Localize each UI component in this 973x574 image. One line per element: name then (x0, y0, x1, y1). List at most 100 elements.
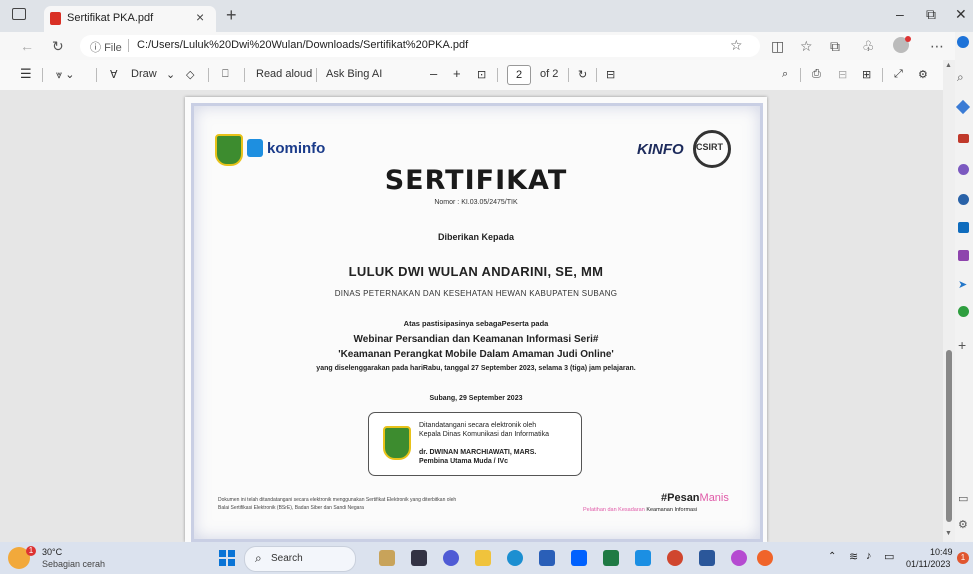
url-text: C:/Users/Luluk%20Dwi%20Wulan/Downloads/S… (137, 39, 469, 51)
chevron-down-icon[interactable]: ⌄ (166, 68, 175, 81)
signer-name: dr. DWINAN MARCHIAWATI, MARS. (419, 449, 537, 456)
search-icon[interactable]: ⌕ (782, 68, 788, 81)
briefcase-icon[interactable] (958, 134, 969, 143)
rotate-icon[interactable]: ↻ (578, 68, 587, 81)
zoom-in-button[interactable]: + (453, 66, 461, 81)
windows-taskbar: 1 30°C Sebagian cerah ⌕ Search ⌃ ≋ ♪ ▭ 1… (0, 542, 973, 574)
chat-icon[interactable] (443, 550, 459, 566)
notification-badge[interactable]: 1 (957, 552, 969, 564)
highlight-icon[interactable]: ⩔ ⌄ (56, 68, 74, 82)
settings-gear-icon[interactable]: ⚙ (918, 68, 928, 81)
clock-date[interactable]: 01/11/2023 (906, 559, 950, 569)
wifi-icon[interactable]: ≋ (849, 550, 858, 563)
favorite-star-icon[interactable]: ☆ (730, 37, 743, 54)
eraser-icon[interactable]: ◇ (186, 68, 194, 81)
kominfo-logo: kominfo (267, 140, 326, 157)
file-explorer-icon[interactable] (475, 550, 491, 566)
weather-desc: Sebagian cerah (42, 559, 106, 569)
outlook-icon[interactable] (958, 222, 969, 233)
clock-time[interactable]: 10:49 (930, 547, 953, 557)
pdf-icon (50, 12, 61, 25)
send-icon[interactable]: ➤ (958, 278, 967, 291)
word-icon[interactable] (699, 550, 715, 566)
task-view-icon[interactable] (411, 550, 427, 566)
split-screen-icon[interactable]: ◫ (771, 38, 784, 55)
fit-page-icon[interactable]: ⊡ (477, 68, 486, 81)
signer-rank: Pembina Utama Muda / IVc (419, 458, 509, 465)
text-icon[interactable]: ⎕ (222, 68, 229, 81)
app-icon[interactable] (731, 550, 747, 566)
restore-button[interactable]: ⧉ (926, 6, 936, 23)
page-total: of 2 (540, 68, 559, 80)
webinar-title: Webinar Persandian dan Keamanan Informas… (353, 334, 599, 345)
search-icon: ⌕ (255, 551, 262, 565)
battery-icon[interactable]: ▭ (884, 550, 894, 563)
excel-icon[interactable] (603, 550, 619, 566)
read-aloud-button[interactable]: Read aloud (256, 68, 312, 80)
scroll-up-icon[interactable]: ▲ (945, 62, 952, 69)
print-icon[interactable]: ⎙ (812, 68, 821, 81)
info-icon[interactable]: ⓘ File (90, 39, 122, 55)
new-tab-button[interactable]: + (226, 5, 237, 26)
powerpoint-icon[interactable] (667, 550, 683, 566)
more-menu-icon[interactable]: ⋯ (930, 38, 944, 55)
save-icon[interactable]: ⊟ (838, 68, 847, 81)
zoom-out-button[interactable]: – (430, 66, 437, 81)
volume-icon[interactable]: ♪ (866, 550, 872, 562)
divider (42, 68, 43, 82)
divider (497, 68, 498, 82)
scroll-down-icon[interactable]: ▼ (945, 530, 952, 537)
app-icon[interactable] (379, 550, 395, 566)
add-icon[interactable]: + (958, 337, 966, 353)
tab-title: Sertifikat PKA.pdf (67, 12, 154, 24)
scroll-thumb[interactable] (946, 350, 952, 522)
sidebar-panel-icon[interactable]: ▭ (958, 492, 968, 505)
close-window-button[interactable]: ✕ (955, 6, 967, 23)
page-view-icon[interactable]: ⊟ (606, 68, 615, 81)
start-button[interactable] (219, 550, 235, 566)
taskbar-search[interactable]: ⌕ Search (244, 546, 356, 572)
expand-icon[interactable]: ⤢ (894, 68, 903, 81)
tag-icon[interactable] (955, 99, 971, 115)
dropbox-icon[interactable] (571, 550, 587, 566)
draw-button[interactable]: Draw (131, 68, 157, 80)
copilot-icon[interactable] (957, 36, 969, 48)
app-icon[interactable] (635, 550, 651, 566)
games-icon[interactable] (958, 194, 969, 205)
refresh-icon[interactable]: ↻ (52, 38, 64, 55)
start-tile (228, 550, 235, 557)
tree-icon[interactable] (958, 306, 969, 317)
back-icon[interactable]: ← (20, 38, 34, 54)
favorites-icon[interactable]: ☆ (800, 38, 813, 55)
divider (316, 68, 317, 82)
minimize-button[interactable]: – (896, 6, 904, 22)
save-as-icon[interactable]: ⊞ (862, 68, 871, 81)
profile-badge (905, 36, 911, 42)
address-bar[interactable]: ⓘ File C:/Users/Luluk%20Dwi%20Wulan/Down… (80, 35, 760, 57)
sidebar-settings-icon[interactable]: ⚙ (958, 518, 968, 531)
draw-icon[interactable]: ∀ (110, 68, 118, 81)
tab-sertifikat[interactable]: Sertifikat PKA.pdf × (44, 6, 216, 32)
search-icon[interactable]: ⌕ (957, 70, 964, 85)
page-number-input[interactable]: 2 (507, 65, 531, 85)
collections-icon[interactable]: ⧉ (830, 38, 840, 55)
edge-sidebar: ⌕ ➤ + ▭ ⚙ (955, 32, 973, 542)
designer-icon[interactable] (958, 250, 969, 261)
close-tab-icon[interactable]: × (196, 9, 204, 25)
certificate-title: SERTIFIKAT (384, 165, 568, 196)
kinfo-logo: KINFO (637, 141, 684, 158)
edge-icon[interactable] (507, 550, 523, 566)
vertical-scrollbar[interactable]: ▲ ▼ (943, 60, 955, 542)
tray-chevron-icon[interactable]: ⌃ (828, 551, 836, 562)
certificate-page: kominfo KINFO CSIRT SERTIFIKAT Nomor : K… (185, 97, 767, 542)
browser-icon[interactable] (757, 550, 773, 566)
address-divider (128, 39, 129, 52)
contents-icon[interactable]: ☰ (20, 66, 32, 82)
people-icon[interactable] (958, 164, 969, 175)
extensions-icon[interactable]: ♧ (862, 38, 875, 55)
signed-by-line2: Kepala Dinas Komunikasi dan Informatika (419, 431, 549, 438)
start-tile (219, 550, 226, 557)
store-icon[interactable] (539, 550, 555, 566)
tab-actions-icon[interactable] (12, 8, 26, 20)
ask-ai-button[interactable]: Ask Bing AI (326, 68, 382, 80)
